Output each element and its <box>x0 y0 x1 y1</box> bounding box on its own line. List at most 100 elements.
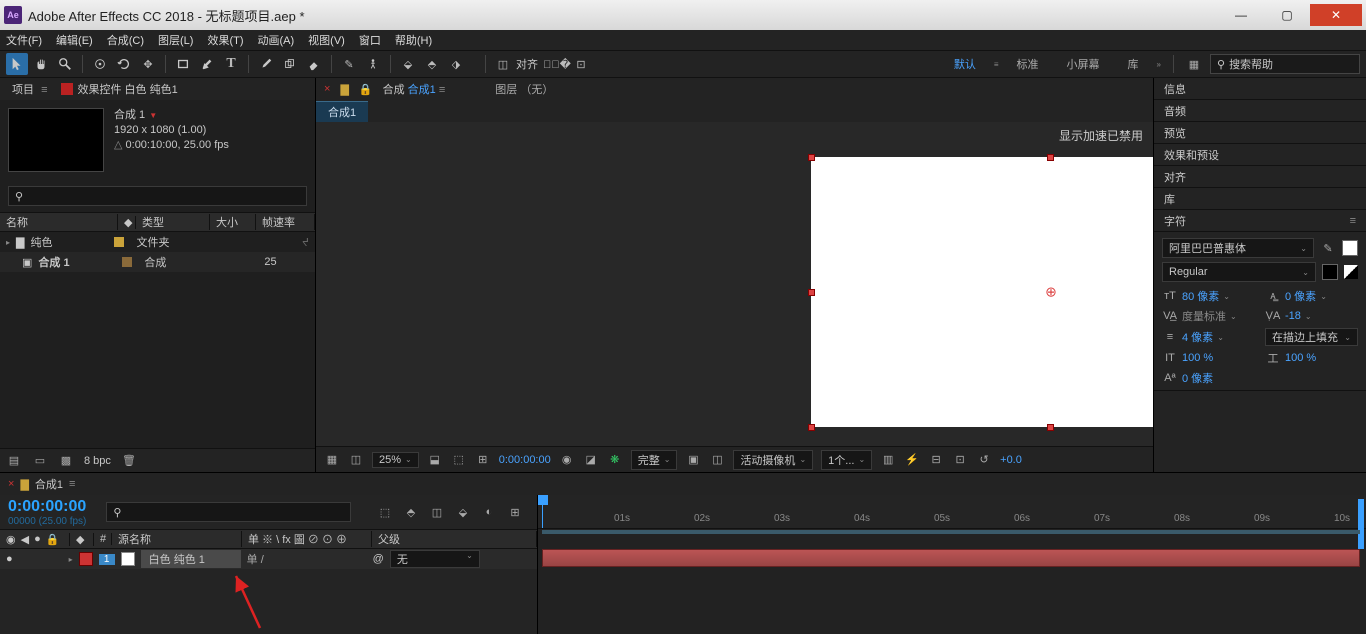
layer-tab[interactable]: 图层 （无） <box>495 81 553 97</box>
lock-icon[interactable]: 🔒 <box>359 83 373 96</box>
local-axis-icon[interactable]: ⬙ <box>397 53 419 75</box>
font-select[interactable]: 阿里巴巴普惠体⌄ <box>1162 238 1314 258</box>
grid-icon[interactable]: ⊞ <box>475 452 491 468</box>
interpret-icon[interactable]: ▤ <box>6 453 22 469</box>
panel-info[interactable]: 信息 <box>1154 78 1366 100</box>
workspace-small[interactable]: 小屏幕 <box>1057 54 1110 74</box>
help-search[interactable]: ⚲ 搜索帮助 <box>1210 54 1360 74</box>
shy-icon[interactable]: ◫ <box>429 504 445 520</box>
panel-align[interactable]: 对齐 <box>1154 166 1366 188</box>
row-tag[interactable] <box>114 237 124 247</box>
project-row-folder[interactable]: ▸ ▇ 纯色 文件夹 ᔪ <box>0 232 315 252</box>
view-axis-icon[interactable]: ⬗ <box>445 53 467 75</box>
roi-icon[interactable]: ⬚ <box>451 452 467 468</box>
project-row-comp[interactable]: ▣ 合成 1 合成 25 <box>0 252 315 272</box>
font-style-select[interactable]: Regular⌄ <box>1162 262 1316 282</box>
panel-library[interactable]: 库 <box>1154 188 1366 210</box>
selection-handle[interactable] <box>1047 154 1054 161</box>
menu-composition[interactable]: 合成(C) <box>107 32 144 48</box>
viewer-close-icon[interactable]: × <box>324 83 330 95</box>
fill-color[interactable] <box>1342 240 1358 256</box>
layer-label[interactable] <box>79 552 93 566</box>
project-search[interactable]: ⚲ <box>8 186 307 206</box>
hscale[interactable]: 工100 % <box>1265 350 1358 366</box>
selection-handle[interactable] <box>808 154 815 161</box>
effect-controls-tab[interactable]: 效果控件 白色 纯色1 <box>77 81 177 97</box>
panel-layout-icon[interactable]: ▦ <box>1186 56 1202 72</box>
pen-tool[interactable] <box>196 53 218 75</box>
playhead[interactable] <box>542 495 543 528</box>
draft3d-icon[interactable]: ⬘ <box>403 504 419 520</box>
col-parent[interactable]: 父级 <box>372 531 537 547</box>
selection-tool[interactable] <box>6 53 28 75</box>
timeline-search[interactable]: ⚲ <box>106 502 351 522</box>
panel-character[interactable]: 字符≡ <box>1154 210 1366 232</box>
new-folder-icon[interactable]: ▭ <box>32 453 48 469</box>
snapshot-icon[interactable]: ◉ <box>559 452 575 468</box>
minimize-button[interactable]: — <box>1218 4 1264 26</box>
anchor-tool[interactable]: ✥ <box>137 53 159 75</box>
workspace-standard[interactable]: 标准 <box>1007 54 1049 74</box>
channel-icon[interactable]: ❋ <box>607 452 623 468</box>
row-tag[interactable] <box>122 257 132 267</box>
panel-preview[interactable]: 预览 <box>1154 122 1366 144</box>
leading[interactable]: ᴀ͇0 像素⌄ <box>1265 288 1358 304</box>
clone-tool[interactable] <box>279 53 301 75</box>
selection-handle[interactable] <box>808 289 815 296</box>
world-axis-icon[interactable]: ⬘ <box>421 53 443 75</box>
panel-audio[interactable]: 音频 <box>1154 100 1366 122</box>
col-source[interactable]: 源名称 <box>112 531 242 547</box>
time-ruler[interactable]: 01s 02s 03s 04s 05s 06s 07s 08s 09s 10s <box>538 495 1366 529</box>
col-tag-icon[interactable]: ◆ <box>118 216 136 229</box>
timeline-track-area[interactable]: 01s 02s 03s 04s 05s 06s 07s 08s 09s 10s <box>538 495 1366 634</box>
current-timecode[interactable]: 0:00:00:00 <box>8 498 86 516</box>
col-type[interactable]: 类型 <box>136 214 210 230</box>
timeline-icon[interactable]: ⊟ <box>928 452 944 468</box>
layer-name[interactable]: 白色 纯色 1 <box>141 550 241 568</box>
text-tool[interactable]: T <box>220 53 242 75</box>
new-comp-icon[interactable]: ▩ <box>58 453 74 469</box>
hand-tool[interactable] <box>30 53 52 75</box>
flowchart-icon[interactable]: ᔪ <box>302 236 309 249</box>
workspace-menu-icon[interactable]: ≡ <box>994 60 999 69</box>
composition-canvas[interactable]: ⊕ <box>811 157 1153 427</box>
transparency-icon[interactable]: ◫ <box>348 452 364 468</box>
disclosure-icon[interactable]: ▸ <box>69 555 73 564</box>
timeline-layer-row[interactable]: ▸ 1 白色 纯色 1 单 / @ 无⌄ <box>0 549 537 569</box>
parent-pickwhip-icon[interactable]: @ <box>373 553 384 565</box>
exposure-value[interactable]: +0.0 <box>1000 454 1022 466</box>
menu-file[interactable]: 文件(F) <box>6 32 42 48</box>
col-size[interactable]: 大小 <box>210 214 256 230</box>
col-fps[interactable]: 帧速率 <box>256 214 315 230</box>
comp-menu-icon[interactable]: ▼ <box>149 108 157 123</box>
reset-exposure-icon[interactable]: ↺ <box>976 452 992 468</box>
comp-mini-flow-icon[interactable]: ⬚ <box>377 504 393 520</box>
layer-switches[interactable]: 单 / <box>247 551 367 567</box>
rect-tool[interactable] <box>172 53 194 75</box>
menu-edit[interactable]: 编辑(E) <box>56 32 93 48</box>
show-snapshot-icon[interactable]: ◪ <box>583 452 599 468</box>
stroke-color[interactable] <box>1322 264 1338 280</box>
rotate-tool[interactable] <box>113 53 135 75</box>
eraser-tool[interactable] <box>303 53 325 75</box>
menu-animation[interactable]: 动画(A) <box>258 32 295 48</box>
selection-handle[interactable] <box>1047 424 1054 431</box>
close-button[interactable]: ✕ <box>1310 4 1362 26</box>
zoom-select[interactable]: 25% ⌄ <box>372 452 419 468</box>
parent-select[interactable]: 无⌄ <box>390 550 480 568</box>
panel-effects[interactable]: 效果和预设 <box>1154 144 1366 166</box>
project-tab[interactable]: 项目 ≡ <box>6 79 53 99</box>
disclosure-icon[interactable]: ▸ <box>6 238 10 247</box>
stroke-width[interactable]: ≡4 像素⌄ <box>1162 328 1255 346</box>
baseline-shift[interactable]: Aª0 像素 <box>1162 370 1255 386</box>
flowchart-icon[interactable]: ⊡ <box>952 452 968 468</box>
3d-icon[interactable]: ◫ <box>709 452 725 468</box>
menu-window[interactable]: 窗口 <box>359 32 381 48</box>
viewer-tab-label[interactable]: 合成 合成1 ≡ <box>383 81 446 97</box>
roto-tool[interactable]: ✎ <box>338 53 360 75</box>
motion-blur-icon[interactable]: ◐ <box>481 504 497 520</box>
vscale[interactable]: IT100 % <box>1162 350 1255 366</box>
selection-handle[interactable] <box>808 424 815 431</box>
snap-label[interactable]: 对齐 <box>516 56 538 72</box>
always-preview-icon[interactable]: ▦ <box>324 452 340 468</box>
